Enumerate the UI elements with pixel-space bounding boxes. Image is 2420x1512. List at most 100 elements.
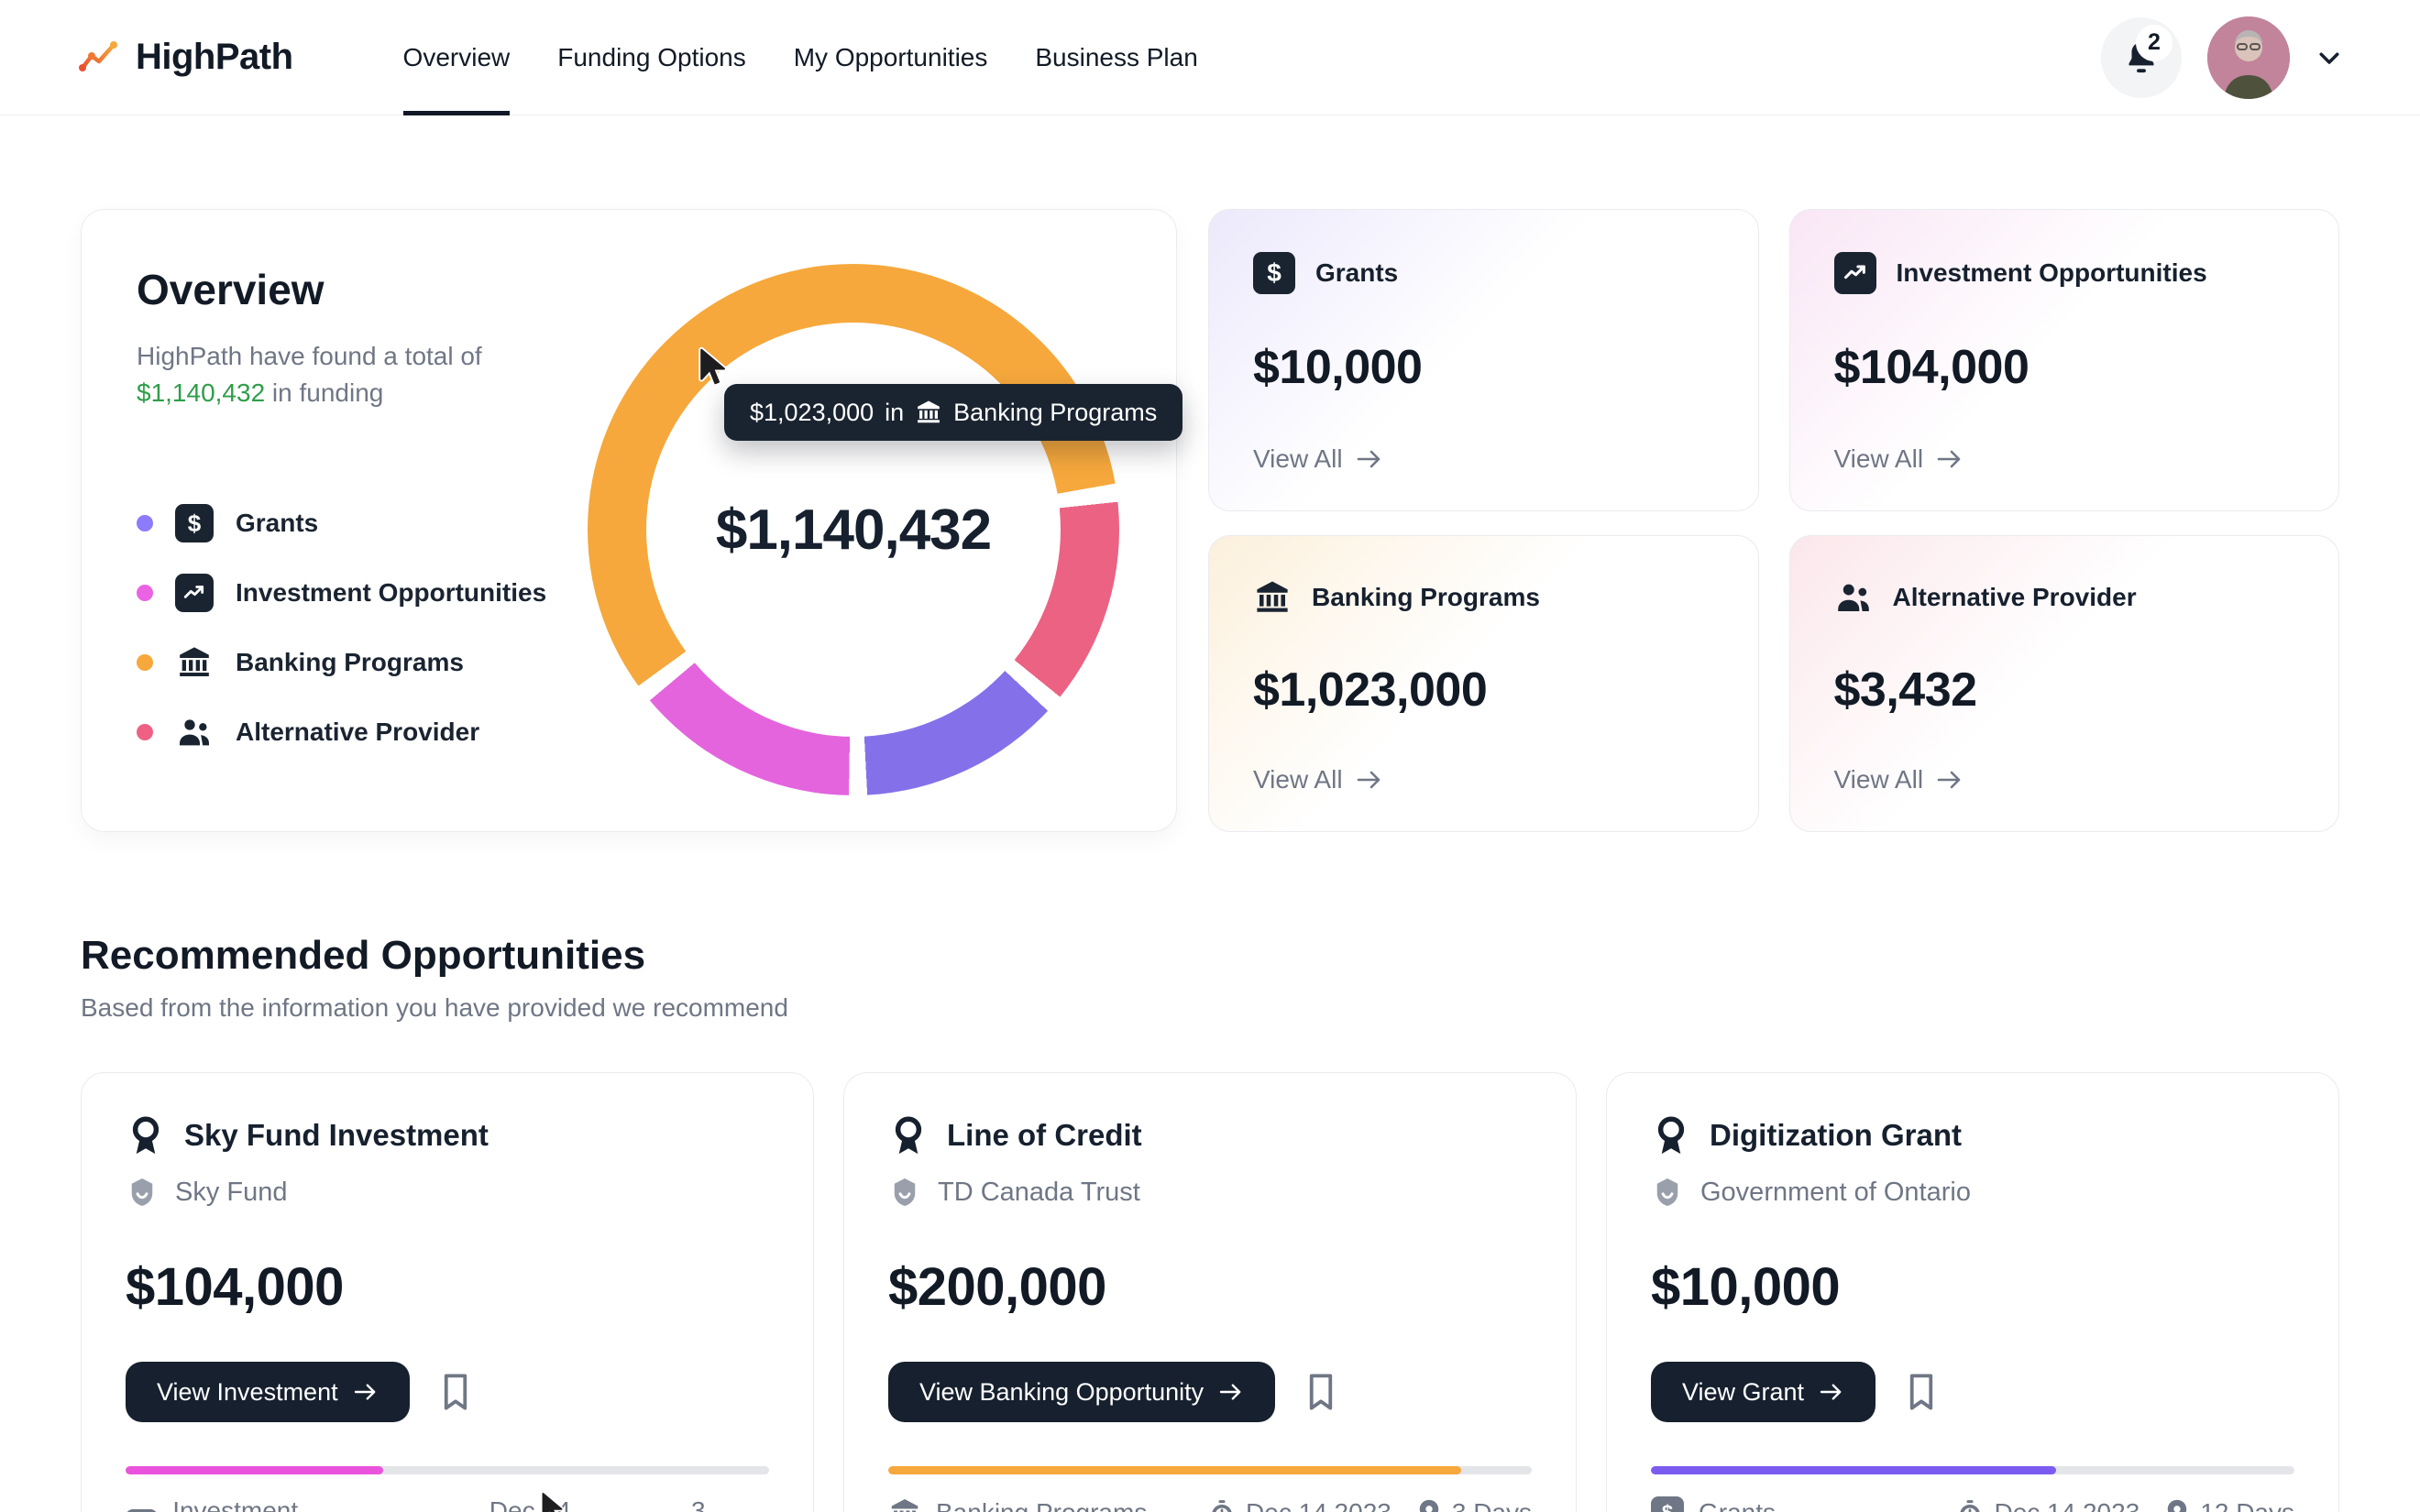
stopwatch-icon	[1955, 1498, 1985, 1512]
trend-up-square-icon	[1834, 252, 1876, 294]
deadline-progress-bar	[1651, 1466, 2294, 1474]
arrow-right-icon	[1218, 1382, 1244, 1402]
stat-card-banking-programs: Banking Programs $1,023,000 View All	[1208, 535, 1759, 832]
view-all-banking-link[interactable]: View All	[1253, 765, 1383, 794]
recommended-section: Recommended Opportunities Based from the…	[0, 933, 2420, 1512]
days-left-item: 3 Days	[655, 1496, 769, 1512]
avatar-image	[2207, 16, 2290, 99]
map-pin-icon	[2163, 1498, 2191, 1512]
subtitle-suffix: in funding	[265, 378, 383, 407]
tab-funding-options[interactable]: Funding Options	[557, 0, 745, 115]
stat-card-title: Grants	[1315, 258, 1398, 288]
button-label: View Investment	[157, 1378, 338, 1407]
award-icon	[126, 1113, 166, 1157]
provider-name: TD Canada Trust	[938, 1178, 1140, 1208]
award-icon	[1651, 1113, 1691, 1157]
view-all-alternative-link[interactable]: View All	[1834, 765, 1964, 794]
tab-my-opportunities[interactable]: My Opportunities	[794, 0, 988, 115]
category-tag: Investment Opportunities	[126, 1496, 452, 1512]
opportunity-footer: $ Grants Dec 14 2023 12 Days	[1651, 1496, 2294, 1512]
category-tag: Banking Programs	[888, 1496, 1147, 1512]
category-label: Banking Programs	[936, 1498, 1147, 1512]
stat-card-value: $10,000	[1253, 340, 1714, 395]
view-investment-button[interactable]: View Investment	[126, 1362, 410, 1422]
view-all-label: View All	[1253, 765, 1343, 794]
view-all-investments-link[interactable]: View All	[1834, 444, 1964, 474]
dollar-square-icon: $	[175, 504, 214, 542]
chart-tooltip: $1,023,000 in Banking Programs	[724, 384, 1182, 441]
chevron-down-icon[interactable]	[2316, 44, 2343, 71]
stat-card-value: $1,023,000	[1253, 663, 1714, 718]
opportunity-card-digitization-grant: Digitization Grant Government of Ontario…	[1606, 1072, 2339, 1512]
stat-card-grants: $ Grants $10,000 View All	[1208, 209, 1759, 511]
tooltip-amount: $1,023,000	[750, 399, 874, 427]
opportunity-title-row: Line of Credit	[888, 1113, 1532, 1157]
stat-card-alternative-provider: Alternative Provider $3,432 View All	[1789, 535, 2340, 832]
stat-card-header: $ Grants	[1253, 252, 1714, 294]
opportunity-actions: View Investment	[126, 1362, 769, 1422]
legend-label: Alternative Provider	[236, 718, 479, 747]
bookmark-icon[interactable]	[439, 1372, 472, 1412]
arrow-right-icon	[1356, 448, 1383, 470]
opportunity-title: Digitization Grant	[1710, 1118, 1962, 1153]
donut-total: $1,140,432	[716, 498, 991, 563]
legend-dot	[137, 654, 153, 671]
bookmark-icon[interactable]	[1304, 1372, 1337, 1412]
bookmark-icon[interactable]	[1905, 1372, 1938, 1412]
legend-dot	[137, 724, 153, 740]
arrow-right-icon	[1936, 448, 1964, 470]
recommended-title: Recommended Opportunities	[81, 933, 2339, 979]
deadline-info: Dec 14 2023 3 Days	[1207, 1498, 1532, 1512]
dollar-square-icon: $	[1253, 252, 1295, 294]
brand-name: HighPath	[136, 37, 293, 78]
stat-card-title: Alternative Provider	[1893, 583, 2137, 612]
view-banking-opportunity-button[interactable]: View Banking Opportunity	[888, 1362, 1275, 1422]
date-item: Dec 14 2023	[1955, 1498, 2140, 1512]
category-label: Grants	[1699, 1498, 1776, 1512]
logo-trend-icon	[77, 38, 121, 78]
legend-label: Banking Programs	[236, 648, 464, 677]
verified-provider-icon	[126, 1176, 159, 1209]
bank-icon	[915, 399, 942, 426]
opportunity-footer: Banking Programs Dec 14 2023 3 Days	[888, 1496, 1532, 1512]
stat-card-header: Banking Programs	[1253, 578, 1714, 617]
stat-card-value: $104,000	[1834, 340, 2295, 395]
opportunity-footer: Investment Opportunities Dec 14 2023 3 D…	[126, 1496, 769, 1512]
view-all-grants-link[interactable]: View All	[1253, 444, 1383, 474]
deadline-info: Dec 14 2023 3 Days	[452, 1496, 769, 1512]
dollar-square-icon: $	[1651, 1496, 1684, 1512]
view-all-label: View All	[1834, 444, 1924, 474]
bank-icon	[175, 643, 214, 682]
tab-business-plan[interactable]: Business Plan	[1035, 0, 1197, 115]
stat-card-value: $3,432	[1834, 663, 2295, 718]
top-section: Overview HighPath have found a total of …	[0, 209, 2420, 832]
user-avatar[interactable]	[2207, 16, 2290, 99]
view-all-label: View All	[1253, 444, 1343, 474]
days-left-item: 12 Days	[2163, 1498, 2294, 1512]
view-all-label: View All	[1834, 765, 1924, 794]
view-grant-button[interactable]: View Grant	[1651, 1362, 1876, 1422]
provider-name: Government of Ontario	[1700, 1178, 1971, 1208]
tab-overview[interactable]: Overview	[403, 0, 511, 115]
category-label: Investment Opportunities	[172, 1496, 451, 1512]
bank-icon	[888, 1496, 921, 1512]
overview-card: Overview HighPath have found a total of …	[81, 209, 1177, 832]
main-tabs: Overview Funding Options My Opportunitie…	[403, 0, 1198, 115]
category-tag: $ Grants	[1651, 1496, 1776, 1512]
button-label: View Banking Opportunity	[919, 1378, 1204, 1407]
people-icon	[1834, 578, 1873, 617]
funding-donut-chart[interactable]: $1,140,432	[588, 264, 1119, 795]
arrow-right-icon	[1819, 1382, 1844, 1402]
deadline-date: Dec 14 2023	[1994, 1498, 2140, 1512]
opportunity-title: Line of Credit	[947, 1118, 1142, 1153]
opportunity-provider-row: Government of Ontario	[1651, 1176, 2294, 1209]
brand-logo[interactable]: HighPath	[77, 37, 293, 78]
tooltip-category: Banking Programs	[953, 399, 1157, 427]
bank-icon	[1253, 578, 1292, 617]
opportunity-actions: View Grant	[1651, 1362, 2294, 1422]
stat-card-investment-opportunities: Investment Opportunities $104,000 View A…	[1789, 209, 2340, 511]
opportunity-actions: View Banking Opportunity	[888, 1362, 1532, 1422]
verified-provider-icon	[1651, 1176, 1684, 1209]
stat-card-header: Investment Opportunities	[1834, 252, 2295, 294]
notifications-button[interactable]: 2	[2101, 17, 2182, 98]
